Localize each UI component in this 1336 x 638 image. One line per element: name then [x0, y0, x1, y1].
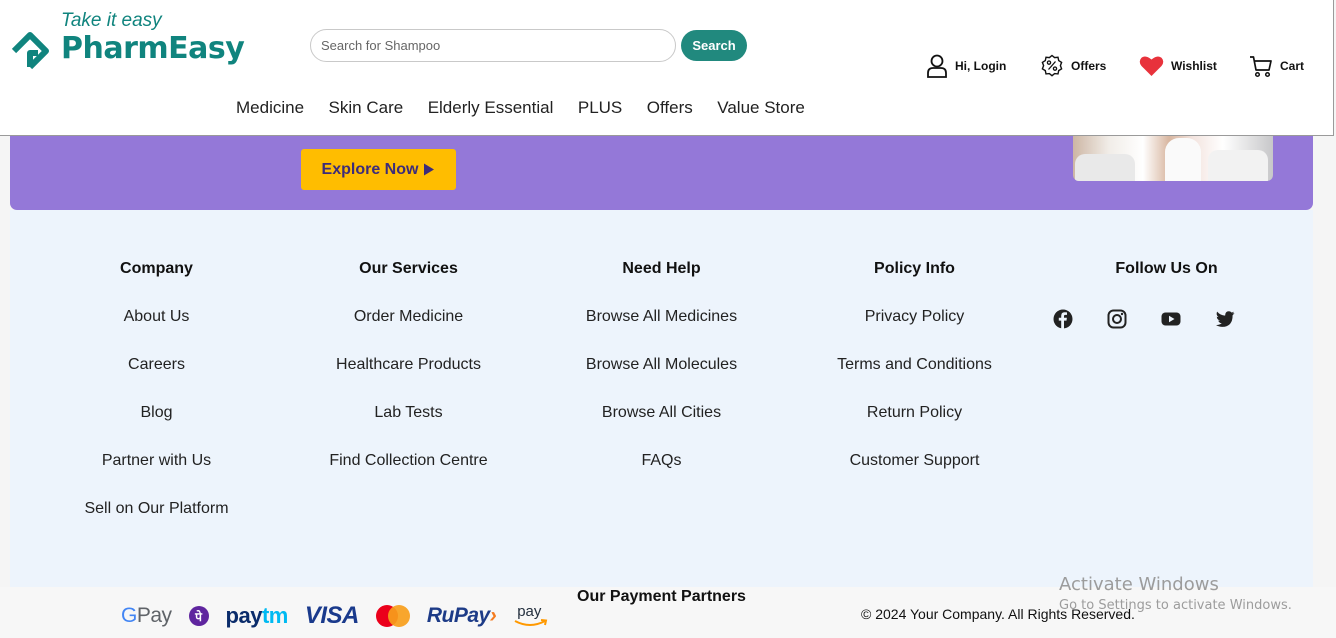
footer-column-title: Need Help	[622, 260, 701, 277]
footer-link-healthcare-products[interactable]: Healthcare Products	[282, 356, 535, 374]
nav-item-offers[interactable]: Offers	[647, 98, 693, 118]
youtube-icon[interactable]	[1161, 309, 1181, 329]
amazon-pay-logo: pay	[513, 603, 549, 629]
footer-link-browse-molecules[interactable]: Browse All Molecules	[535, 356, 788, 374]
footer-link-customer-support[interactable]: Customer Support	[788, 452, 1041, 470]
nav-item-plus[interactable]: PLUS	[578, 98, 622, 118]
footer-link-browse-medicines[interactable]: Browse All Medicines	[535, 308, 788, 326]
footer-link-return-policy[interactable]: Return Policy	[788, 404, 1041, 422]
logo-tagline: Take it easy	[61, 10, 162, 31]
rupay-text: RuPay	[426, 604, 490, 627]
paytm-pay-text: pay	[225, 603, 263, 628]
footer-link-terms[interactable]: Terms and Conditions	[788, 356, 1041, 374]
payment-partners-title: Our Payment Partners	[577, 588, 746, 605]
site-footer: Company About Us Careers Blog Partner wi…	[10, 210, 1313, 587]
photo-child	[1165, 138, 1201, 181]
heart-icon	[1139, 56, 1164, 76]
nav-item-value-store[interactable]: Value Store	[717, 98, 805, 118]
gpay-g-letter: G	[121, 604, 137, 627]
rupay-logo: RuPay›	[426, 604, 497, 628]
main-nav: Medicine Skin Care Elderly Essential PLU…	[236, 98, 829, 118]
facebook-icon[interactable]	[1053, 309, 1073, 329]
explore-now-button[interactable]: Explore Now	[301, 149, 456, 190]
site-header: Take it easy PharmEasy Search Medicine S…	[0, 0, 1334, 136]
payment-partners-list: GPay पे paytm VISA RuPay› pay	[121, 601, 549, 631]
footer-column-company: Company About Us Careers Blog Partner wi…	[30, 260, 283, 518]
nav-item-medicine[interactable]: Medicine	[236, 98, 304, 118]
watermark-line-2: Go to Settings to activate Windows.	[1059, 598, 1292, 613]
logo-name: PharmEasy	[61, 31, 245, 66]
activate-windows-watermark: Activate Windows Go to Settings to activ…	[1059, 574, 1292, 613]
footer-link-sell-on-platform[interactable]: Sell on Our Platform	[30, 500, 283, 518]
explore-now-label: Explore Now	[321, 160, 419, 178]
footer-link-partner-with-us[interactable]: Partner with Us	[30, 452, 283, 470]
login-link[interactable]: Hi, Login	[926, 53, 1006, 79]
paytm-tm-text: tm	[261, 603, 288, 628]
social-links	[1053, 309, 1235, 329]
watermark-line-1: Activate Windows	[1059, 574, 1219, 595]
footer-link-browse-cities[interactable]: Browse All Cities	[535, 404, 788, 422]
wishlist-link[interactable]: Wishlist	[1139, 53, 1217, 79]
footer-column-policy-info: Policy Info Privacy Policy Terms and Con…	[788, 260, 1041, 470]
footer-column-our-services: Our Services Order Medicine Healthcare P…	[282, 260, 535, 470]
instagram-icon[interactable]	[1107, 309, 1127, 329]
offers-link[interactable]: Offers	[1040, 53, 1106, 79]
phonepe-glyph: पे	[195, 609, 202, 624]
search-button[interactable]: Search	[681, 30, 747, 61]
footer-column-follow-us: Follow Us On	[1040, 260, 1293, 278]
footer-link-faqs[interactable]: FAQs	[535, 452, 788, 470]
footer-link-find-collection-centre[interactable]: Find Collection Centre	[282, 452, 535, 470]
pharmeasy-logo-icon	[11, 32, 49, 70]
visa-logo: VISA	[304, 602, 360, 629]
footer-link-blog[interactable]: Blog	[30, 404, 283, 422]
gpay-pay-text: Pay	[136, 604, 172, 627]
play-arrow-icon	[424, 163, 435, 176]
paytm-logo: paytm	[225, 603, 289, 629]
footer-column-title: Company	[120, 260, 193, 277]
footer-link-order-medicine[interactable]: Order Medicine	[282, 308, 535, 326]
footer-column-title: Follow Us On	[1115, 260, 1218, 277]
photo-person-left	[1075, 154, 1135, 181]
footer-column-title: Our Services	[359, 260, 458, 277]
pharmeasy-logo[interactable]: Take it easy PharmEasy	[10, 10, 245, 80]
search-box	[310, 29, 676, 62]
amazon-pay-text: pay	[517, 603, 542, 620]
wishlist-label: Wishlist	[1171, 59, 1217, 73]
footer-link-lab-tests[interactable]: Lab Tests	[282, 404, 535, 422]
amazon-smile-icon	[514, 619, 548, 626]
discount-badge-icon	[1041, 54, 1063, 77]
mastercard-logo	[375, 605, 410, 627]
footer-column-title: Policy Info	[874, 260, 955, 277]
footer-link-about-us[interactable]: About Us	[30, 308, 283, 326]
search-input[interactable]	[311, 30, 675, 61]
cart-icon	[1250, 56, 1272, 78]
photo-person-right	[1208, 150, 1268, 181]
phonepe-logo: पे	[188, 606, 209, 626]
gpay-logo: GPay	[121, 604, 172, 628]
login-label: Hi, Login	[955, 59, 1007, 73]
cart-label: Cart	[1280, 59, 1305, 73]
footer-link-careers[interactable]: Careers	[30, 356, 283, 374]
footer-column-need-help: Need Help Browse All Medicines Browse Al…	[535, 260, 788, 470]
rupay-arrow: ›	[489, 604, 497, 627]
twitter-icon[interactable]	[1215, 309, 1235, 329]
offers-label: Offers	[1071, 59, 1107, 73]
user-icon	[927, 54, 947, 78]
nav-item-skin-care[interactable]: Skin Care	[329, 98, 404, 118]
cart-link[interactable]: Cart	[1249, 53, 1304, 79]
footer-link-privacy-policy[interactable]: Privacy Policy	[788, 308, 1041, 326]
nav-item-elderly-essential[interactable]: Elderly Essential	[428, 98, 554, 118]
